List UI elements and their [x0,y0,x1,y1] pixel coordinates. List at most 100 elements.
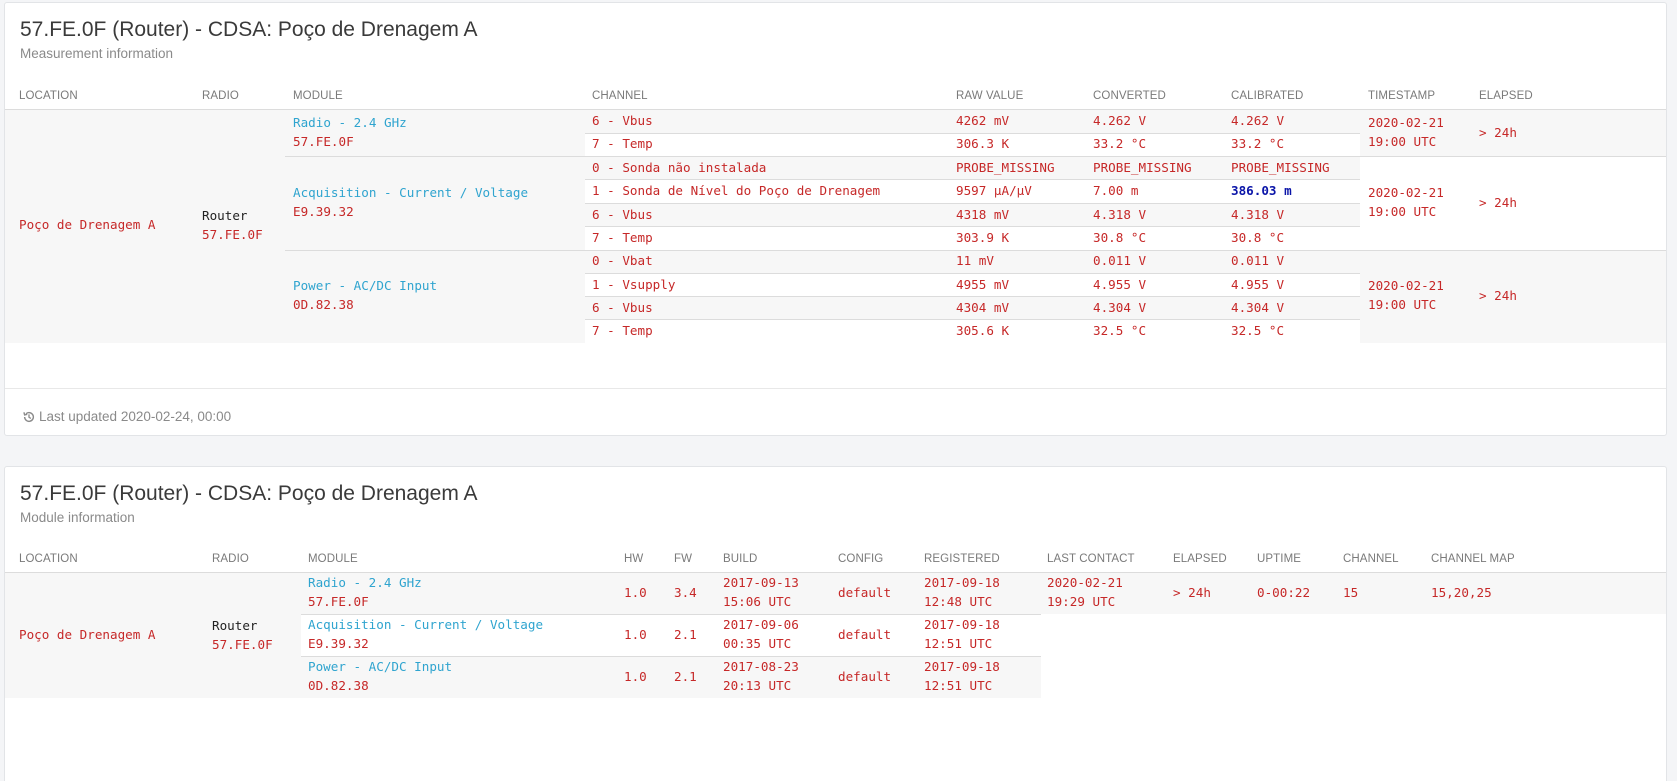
raw-value-cell: 4955 mV [956,277,1010,292]
radio-address[interactable]: 57.FE.0F [212,635,273,655]
radio-address[interactable]: 57.FE.0F [202,225,263,245]
module-link-power[interactable]: Power - AC/DC Input [308,657,452,677]
calibrated-cell: 386.03 m [1231,183,1292,198]
timestamp-time: 19:00 UTC [1368,134,1437,149]
col-header-hw: HW [624,553,644,565]
calibrated-cell: 4.304 V [1231,300,1285,315]
raw-value-cell: 305.6 K [956,323,1010,338]
converted-cell: 4.262 V [1093,113,1147,128]
last-contact-date: 2020-02-21 [1047,575,1123,590]
build-date: 2017-09-06 [723,617,799,632]
raw-value-cell: 306.3 K [956,136,1010,151]
registered-time: 12:51 UTC [924,678,993,693]
module-link-radio[interactable]: Radio - 2.4 GHz [293,113,407,133]
raw-value-cell: 4318 mV [956,207,1010,222]
channel-cell[interactable]: 7 - Temp [592,321,653,341]
module-address[interactable]: 0D.82.38 [308,676,369,696]
col-header-build: BUILD [723,553,758,565]
timestamp-time: 19:00 UTC [1368,204,1437,219]
module-info-subtitle: Module information [20,510,135,525]
module-info-card: 57.FE.0F (Router) - CDSA: Poço de Drenag… [4,466,1667,781]
converted-cell: 33.2 °C [1093,136,1147,151]
converted-cell: 0.011 V [1093,253,1147,268]
channel-cell[interactable]: 0 - Sonda não instalada [592,158,766,178]
module-link-radio[interactable]: Radio - 2.4 GHz [308,573,422,593]
col-header-module: MODULE [308,553,358,565]
col-header-raw-value: RAW VALUE [956,90,1024,102]
channel-cell[interactable]: 6 - Vbus [592,205,653,225]
converted-cell: 7.00 m [1093,183,1139,198]
col-header-calibrated: CALIBRATED [1231,90,1304,102]
hw-cell: 1.0 [624,585,647,600]
converted-cell: 30.8 °C [1093,230,1147,245]
col-header-registered: REGISTERED [924,553,1000,565]
channel-cell[interactable]: 7 - Temp [592,228,653,248]
channel-cell[interactable]: 1 - Vsupply [592,275,675,295]
col-header-radio: RADIO [212,553,249,565]
registered-date: 2017-09-18 [924,617,1000,632]
col-header-elapsed: ELAPSED [1479,90,1533,102]
hw-cell: 1.0 [624,669,647,684]
col-header-last-contact: LAST CONTACT [1047,553,1135,565]
col-header-module: MODULE [293,90,343,102]
module-address[interactable]: 0D.82.38 [293,295,354,315]
raw-value-cell: 4304 mV [956,300,1010,315]
calibrated-cell: 32.5 °C [1231,323,1285,338]
module-address[interactable]: E9.39.32 [308,634,369,654]
col-header-elapsed: ELAPSED [1173,553,1227,565]
timestamp-date: 2020-02-21 [1368,185,1444,200]
last-contact-time: 19:29 UTC [1047,594,1116,609]
radio-type: Router [202,208,248,223]
build-date: 2017-09-13 [723,575,799,590]
last-updated-text: Last updated 2020-02-24, 00:00 [39,409,232,424]
timestamp-date: 2020-02-21 [1368,115,1444,130]
elapsed-cell: > 24h [1479,288,1517,303]
module-link-acquisition[interactable]: Acquisition - Current / Voltage [308,615,543,635]
measurement-card: 57.FE.0F (Router) - CDSA: Poço de Drenag… [4,2,1667,436]
elapsed-cell: > 24h [1479,125,1517,140]
elapsed-cell: > 24h [1479,195,1517,210]
channel-cell: 15 [1343,585,1359,600]
raw-value-cell: 303.9 K [956,230,1010,245]
module-link-acquisition[interactable]: Acquisition - Current / Voltage [293,183,528,203]
config-cell: default [838,669,892,684]
calibrated-cell: 0.011 V [1231,253,1285,268]
fw-cell: 3.4 [674,585,697,600]
location-cell[interactable]: Poço de Drenagem A [19,215,155,235]
raw-value-cell: PROBE_MISSING [956,160,1055,175]
registered-date: 2017-09-18 [924,575,1000,590]
col-header-config: CONFIG [838,553,884,565]
measurement-subtitle: Measurement information [20,46,174,61]
col-header-timestamp: TIMESTAMP [1368,90,1436,102]
build-time: 00:35 UTC [723,636,792,651]
channel-cell[interactable]: 7 - Temp [592,134,653,154]
raw-value-cell: 9597 µA/µV [956,183,1032,198]
col-header-uptime: UPTIME [1257,553,1302,565]
converted-cell: 32.5 °C [1093,323,1147,338]
config-cell: default [838,585,892,600]
registered-time: 12:51 UTC [924,636,993,651]
hw-cell: 1.0 [624,627,647,642]
channel-cell[interactable]: 6 - Vbus [592,111,653,131]
module-address[interactable]: E9.39.32 [293,202,354,222]
module-address[interactable]: 57.FE.0F [293,132,354,152]
col-header-converted: CONVERTED [1093,90,1166,102]
timestamp-time: 19:00 UTC [1368,297,1437,312]
converted-cell: 4.304 V [1093,300,1147,315]
col-header-channel-map: CHANNEL MAP [1431,553,1515,565]
calibrated-cell: 4.955 V [1231,277,1285,292]
location-cell[interactable]: Poço de Drenagem A [19,625,155,645]
build-date: 2017-08-23 [723,659,799,674]
raw-value-cell: 4262 mV [956,113,1010,128]
channel-cell[interactable]: 1 - Sonda de Nível do Poço de Drenagem [592,181,880,201]
calibrated-cell: 4.318 V [1231,207,1285,222]
channel-cell[interactable]: 0 - Vbat [592,251,653,271]
module-address[interactable]: 57.FE.0F [308,592,369,612]
col-header-channel: CHANNEL [592,90,648,102]
module-link-power[interactable]: Power - AC/DC Input [293,276,437,296]
timestamp-date: 2020-02-21 [1368,278,1444,293]
calibrated-cell: 4.262 V [1231,113,1285,128]
calibrated-cell: 30.8 °C [1231,230,1285,245]
channel-cell[interactable]: 6 - Vbus [592,298,653,318]
fw-cell: 2.1 [674,669,697,684]
